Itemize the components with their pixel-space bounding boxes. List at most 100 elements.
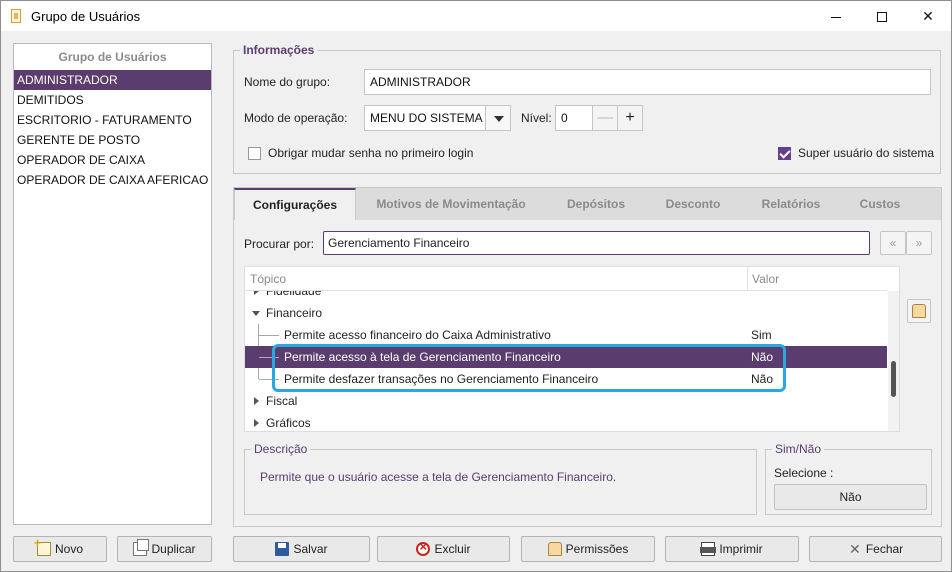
tree-row-fiscal[interactable]: Fiscal [245, 390, 887, 412]
permissions-button[interactable]: Permissões [521, 536, 655, 562]
minimize-button[interactable] [813, 1, 859, 31]
new-icon [34, 536, 51, 556]
sim-nao-title: Sim/Não [772, 442, 825, 456]
duplicate-button-label: Duplicar [151, 542, 196, 556]
save-icon [275, 542, 290, 556]
sim-nao-value-button[interactable]: Não [774, 484, 927, 510]
tab-strip: Configurações Motivos de Movimentação De… [234, 188, 941, 221]
group-list-header: Grupo de Usuários [58, 50, 167, 64]
tree-row-fidelidade[interactable]: Fidelidade [245, 291, 887, 302]
tree-rows: Fidelidade Financeiro Permite acesso fin… [245, 291, 887, 431]
tree-connector-line [259, 335, 279, 336]
close-window-button[interactable]: ✕ [905, 1, 951, 31]
group-item-escritorio-faturamento[interactable]: ESCRITORIO - FATURAMENTO [14, 110, 211, 130]
hand-pointer-icon [912, 304, 926, 318]
save-button-label: Salvar [293, 542, 328, 556]
column-header-topic[interactable]: Tópico [250, 272, 286, 286]
group-item-operador-de-caixa[interactable]: OPERADOR DE CAIXA [14, 150, 211, 170]
expand-arrow-icon[interactable] [254, 419, 259, 427]
super-user-label: Super usuário do sistema [798, 146, 935, 160]
tree-row-graficos[interactable]: Gráficos [245, 412, 887, 431]
printer-icon [700, 542, 717, 556]
level-increment-button[interactable]: + [617, 105, 643, 131]
minimize-icon [831, 16, 841, 18]
expand-arrow-icon[interactable] [254, 291, 259, 295]
description-group: Descrição Permite que o usuário acesse a… [244, 442, 757, 515]
tree-row-label: Financeiro [266, 306, 323, 320]
save-button[interactable]: Salvar [233, 536, 370, 562]
config-tree: Tópico Valor Fidelidade Financeiro Permi… [244, 266, 900, 432]
chevron-down-icon[interactable] [485, 105, 511, 131]
previous-result-icon[interactable]: « [880, 231, 906, 255]
operation-mode-label: Modo de operação: [244, 111, 348, 125]
tab-configuracoes[interactable]: Configurações [234, 188, 356, 221]
info-group-title: Informações [240, 43, 318, 57]
new-button-label: Novo [54, 542, 83, 556]
group-name-label: Nome do grupo: [244, 75, 331, 89]
title-bar: Grupo de Usuários ✕ [1, 1, 951, 31]
tab-desconto[interactable]: Desconto [648, 188, 738, 220]
sim-nao-select-label: Selecione : [774, 466, 834, 480]
maximize-button[interactable] [859, 1, 905, 31]
tree-row-label: Gráficos [266, 416, 311, 430]
group-list-panel: Grupo de Usuários ADMINISTRADOR DEMITIDO… [13, 43, 212, 525]
delete-button[interactable]: Excluir [377, 536, 510, 562]
search-label: Procurar por: [244, 237, 315, 251]
close-button-label: Fechar [865, 542, 904, 556]
permissions-button-label: Permissões [565, 542, 629, 556]
description-text: Permite que o usuário acesse a tela de G… [260, 470, 617, 484]
tab-custos[interactable]: Custos [844, 188, 916, 220]
close-x-icon: ✕ [848, 541, 861, 557]
expand-arrow-icon[interactable] [254, 397, 259, 405]
group-item-operador-de-caixa-afericao[interactable]: OPERADOR DE CAIXA AFERICAO [14, 170, 211, 190]
tree-row-financeiro[interactable]: Financeiro [245, 302, 887, 324]
column-separator [747, 267, 748, 291]
close-icon: ✕ [922, 8, 934, 24]
maximize-icon [877, 12, 887, 23]
duplicate-icon [133, 539, 150, 556]
tab-depositos[interactable]: Depósitos [546, 188, 646, 220]
print-button-label: Imprimir [719, 542, 763, 556]
hand-icon [547, 542, 562, 556]
delete-icon [416, 539, 431, 556]
configuracoes-tab-body: Procurar por: Gerenciamento Financeiro «… [234, 220, 941, 526]
group-item-administrador[interactable]: ADMINISTRADOR [14, 70, 211, 90]
search-input[interactable]: Gerenciamento Financeiro [323, 231, 870, 255]
delete-button-label: Excluir [434, 542, 471, 556]
close-button[interactable]: ✕ Fechar [809, 536, 942, 562]
new-button[interactable]: Novo [13, 536, 107, 562]
tree-row-label: Fidelidade [266, 291, 322, 298]
tab-motivos-de-movimentacao[interactable]: Motivos de Movimentação [358, 188, 544, 220]
group-item-demitidos[interactable]: DEMITIDOS [14, 90, 211, 110]
duplicate-button[interactable]: Duplicar [117, 536, 212, 562]
window-title: Grupo de Usuários [31, 9, 141, 24]
tree-row-label: Fiscal [266, 394, 298, 408]
hand-pointer-button[interactable] [907, 299, 931, 323]
description-title: Descrição [251, 442, 311, 456]
super-user-checkbox[interactable] [778, 147, 791, 160]
group-item-gerente-de-posto[interactable]: GERENTE DE POSTO [14, 130, 211, 150]
tree-scrollbar[interactable] [888, 291, 899, 431]
level-input[interactable]: 0 [555, 105, 593, 131]
group-name-input[interactable]: ADMINISTRADOR [364, 69, 931, 95]
collapse-arrow-icon[interactable] [252, 311, 260, 316]
tree-row-label: Permite acesso financeiro do Caixa Admin… [284, 328, 551, 342]
scrollbar-thumb[interactable] [891, 361, 896, 397]
print-button[interactable]: Imprimir [665, 536, 799, 562]
app-window: Grupo de Usuários ✕ Grupo de Usuários AD… [0, 0, 952, 572]
tree-row-value: Sim [751, 328, 772, 342]
level-decrement-button[interactable]: — [592, 105, 618, 131]
force-password-change-label: Obrigar mudar senha no primeiro login [268, 146, 474, 160]
highlight-annotation [272, 344, 786, 392]
level-label: Nível: [521, 111, 552, 125]
force-password-change-checkbox[interactable] [248, 147, 261, 160]
next-result-icon[interactable]: » [906, 231, 932, 255]
tabs-panel: Configurações Motivos de Movimentação De… [233, 187, 942, 527]
tree-row-caixa-administrativo[interactable]: Permite acesso financeiro do Caixa Admin… [245, 324, 887, 346]
tab-relatorios[interactable]: Relatórios [740, 188, 842, 220]
tree-header: Tópico Valor [245, 267, 887, 291]
sim-nao-group: Sim/Não Selecione : Não [765, 442, 932, 515]
column-header-value[interactable]: Valor [752, 272, 779, 286]
operation-mode-select[interactable]: MENU DO SISTEMA [364, 105, 486, 131]
app-icon [11, 9, 21, 23]
